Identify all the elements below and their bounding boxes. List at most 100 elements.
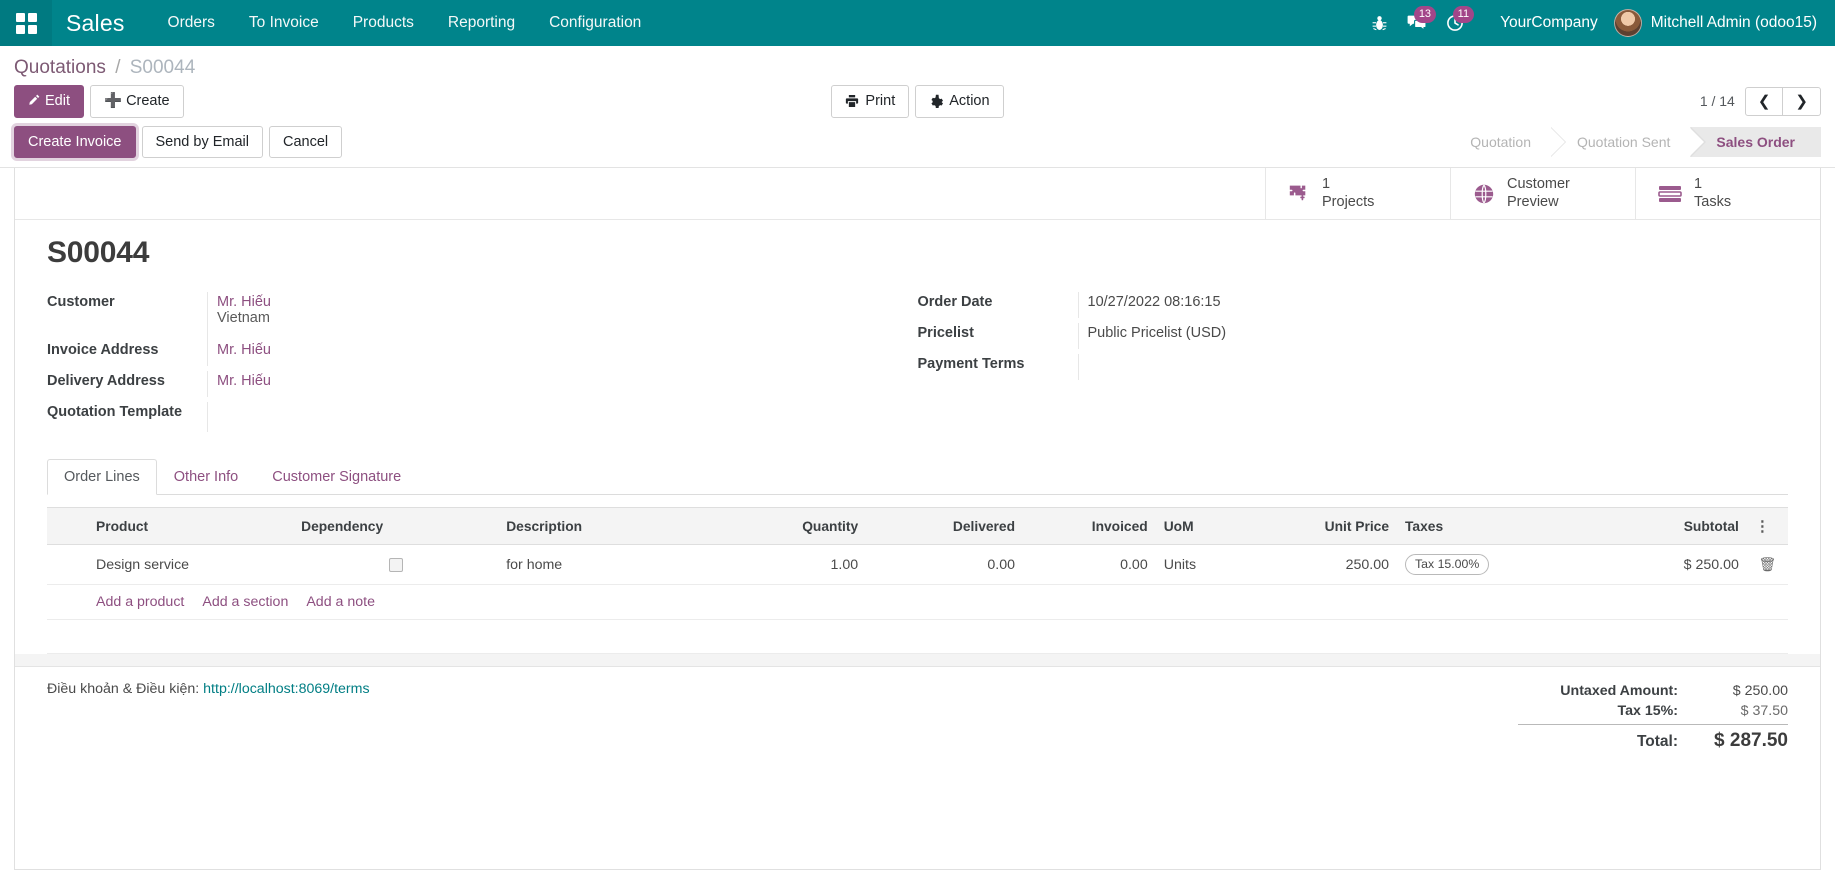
terms-and-conditions: Điều khoản & Điều kiện: http://localhost… <box>47 681 370 697</box>
field-pricelist-value[interactable]: Public Pricelist (USD) <box>1077 323 1789 349</box>
cell-subtotal: $ 250.00 <box>1584 544 1747 586</box>
bug-icon[interactable] <box>1360 0 1398 46</box>
tab-other-info[interactable]: Other Info <box>157 459 255 495</box>
smart-button-customer-preview-text: Customer Preview <box>1507 176 1570 210</box>
smart-button-projects[interactable]: 1 Projects <box>1265 168 1450 219</box>
column-invoiced[interactable]: Invoiced <box>1023 507 1156 545</box>
cell-description[interactable]: for home <box>498 544 710 586</box>
add-row-handle <box>47 584 89 621</box>
menu-item-products[interactable]: Products <box>336 0 431 46</box>
menu-item-configuration[interactable]: Configuration <box>532 0 658 46</box>
record-actions: Edit ➕ Create <box>14 85 184 118</box>
status-stage-quotation[interactable]: Quotation <box>1444 126 1567 157</box>
clock-activities-icon[interactable]: 11 <box>1436 0 1475 46</box>
company-switcher[interactable]: YourCompany <box>1474 14 1614 32</box>
column-options-icon[interactable]: ⋮ <box>1746 507 1788 545</box>
menu-item-reporting[interactable]: Reporting <box>431 0 532 46</box>
breadcrumb-root[interactable]: Quotations <box>14 57 106 78</box>
trash-icon[interactable]: 🗑 <box>1759 556 1777 572</box>
menu-item-orders[interactable]: Orders <box>151 0 232 46</box>
messages-icon[interactable]: 13 <box>1398 0 1437 46</box>
cell-dependency[interactable] <box>293 544 499 586</box>
create-button[interactable]: ➕ Create <box>90 85 184 118</box>
sheet-footer: Điều khoản & Điều kiện: http://localhost… <box>15 667 1820 754</box>
smart-button-tasks-text: 1 Tasks <box>1694 176 1731 210</box>
field-delivery-address-link[interactable]: Mr. Hiếu <box>217 373 271 389</box>
field-customer: Customer Mr. Hiếu Vietnam <box>47 292 918 340</box>
tab-order-lines[interactable]: Order Lines <box>47 459 157 495</box>
add-line-row: Add a product Add a section Add a note <box>47 584 1788 621</box>
order-lines-body: Design service for home 1.00 0.00 0.00 U… <box>47 544 1788 655</box>
dependency-checkbox[interactable] <box>388 557 403 572</box>
table-row[interactable]: Design service for home 1.00 0.00 0.00 U… <box>47 544 1788 586</box>
cell-uom[interactable]: Units <box>1155 544 1253 586</box>
total-untaxed-amount: Untaxed Amount: $ 250.00 <box>1518 681 1788 701</box>
activities-badge: 11 <box>1452 6 1475 23</box>
apps-grid-glyph <box>15 12 37 34</box>
field-quotation-template-value[interactable] <box>207 402 918 432</box>
column-quantity[interactable]: Quantity <box>709 507 867 545</box>
column-taxes[interactable]: Taxes <box>1397 507 1585 545</box>
form-sheet: 1 Projects Customer Preview 1 Tasks S000… <box>14 168 1821 870</box>
top-navbar: Sales Orders To Invoice Products Reporti… <box>0 0 1835 46</box>
smart-button-projects-label: Projects <box>1322 193 1375 210</box>
cell-unit-price[interactable]: 250.00 <box>1252 544 1398 586</box>
field-invoice-address: Invoice Address Mr. Hiếu <box>47 340 918 371</box>
cell-taxes[interactable]: Tax 15.00% <box>1397 544 1585 586</box>
chevron-left-icon[interactable]: ❮ <box>1744 86 1784 116</box>
field-customer-link[interactable]: Mr. Hiếu <box>217 294 271 310</box>
edit-button-label: Edit <box>45 93 70 109</box>
field-order-date-value[interactable]: 10/27/2022 08:16:15 <box>1077 292 1789 318</box>
main-menu: Orders To Invoice Products Reporting Con… <box>151 0 659 46</box>
column-product[interactable]: Product <box>88 507 294 545</box>
column-unit-price[interactable]: Unit Price <box>1252 507 1398 545</box>
table-empty-row <box>47 619 1788 655</box>
totals-block: Untaxed Amount: $ 250.00 Tax 15%: $ 37.5… <box>1518 681 1788 754</box>
printer-icon <box>846 95 859 108</box>
send-by-email-button[interactable]: Send by Email <box>141 125 263 158</box>
field-invoice-address-link[interactable]: Mr. Hiếu <box>217 342 271 358</box>
cell-quantity[interactable]: 1.00 <box>709 544 867 586</box>
column-dependency[interactable]: Dependency <box>293 507 499 545</box>
smart-button-tasks[interactable]: 1 Tasks <box>1635 168 1820 219</box>
user-menu-label: Mitchell Admin (odoo15) <box>1650 14 1817 31</box>
row-drag-handle[interactable] <box>47 544 89 586</box>
cell-delete[interactable]: 🗑 <box>1746 544 1788 586</box>
status-action-row: Create Invoice Send by Email Cancel Quot… <box>0 125 1835 168</box>
column-subtotal[interactable]: Subtotal <box>1584 507 1747 545</box>
status-stage-quotation-sent[interactable]: Quotation Sent <box>1550 126 1707 157</box>
field-customer-value[interactable]: Mr. Hiếu Vietnam <box>207 292 918 340</box>
field-invoice-address-value[interactable]: Mr. Hiếu <box>207 340 918 366</box>
tab-customer-signature[interactable]: Customer Signature <box>255 459 418 495</box>
field-payment-terms-value[interactable] <box>1077 354 1789 380</box>
app-brand-sales[interactable]: Sales <box>52 10 151 37</box>
add-a-note-link[interactable]: Add a note <box>306 594 375 610</box>
add-a-product-link[interactable]: Add a product <box>96 594 184 610</box>
chevron-right-icon[interactable]: ❯ <box>1783 86 1821 116</box>
cell-product[interactable]: Design service <box>88 544 294 586</box>
print-button[interactable]: Print <box>831 85 910 118</box>
field-delivery-address-value[interactable]: Mr. Hiếu <box>207 371 918 397</box>
pencil-icon <box>29 94 40 105</box>
column-description[interactable]: Description <box>498 507 710 545</box>
create-button-label: Create <box>126 93 170 109</box>
add-a-section-link[interactable]: Add a section <box>202 594 288 610</box>
field-pricelist-label: Pricelist <box>917 325 974 341</box>
cell-delivered[interactable]: 0.00 <box>866 544 1024 586</box>
action-button[interactable]: Action <box>915 85 1004 118</box>
total-grand: Total: $ 287.50 <box>1518 724 1788 754</box>
column-delivered[interactable]: Delivered <box>866 507 1024 545</box>
column-uom[interactable]: UoM <box>1155 507 1253 545</box>
notebook-tabs: Order Lines Other Info Customer Signatur… <box>47 459 1788 495</box>
status-stage-sales-order[interactable]: Sales Order <box>1690 126 1821 157</box>
user-menu[interactable]: Mitchell Admin (odoo15) <box>1613 9 1821 37</box>
cancel-button[interactable]: Cancel <box>269 125 343 158</box>
field-payment-terms-label: Payment Terms <box>917 356 1025 372</box>
terms-link[interactable]: http://localhost:8069/terms <box>203 681 369 697</box>
apps-grid-icon[interactable] <box>0 0 52 46</box>
create-invoice-button[interactable]: Create Invoice <box>14 125 136 158</box>
edit-button[interactable]: Edit <box>14 85 84 118</box>
menu-item-to-invoice[interactable]: To Invoice <box>232 0 336 46</box>
smart-button-customer-preview[interactable]: Customer Preview <box>1450 168 1635 219</box>
cell-invoiced[interactable]: 0.00 <box>1023 544 1156 586</box>
